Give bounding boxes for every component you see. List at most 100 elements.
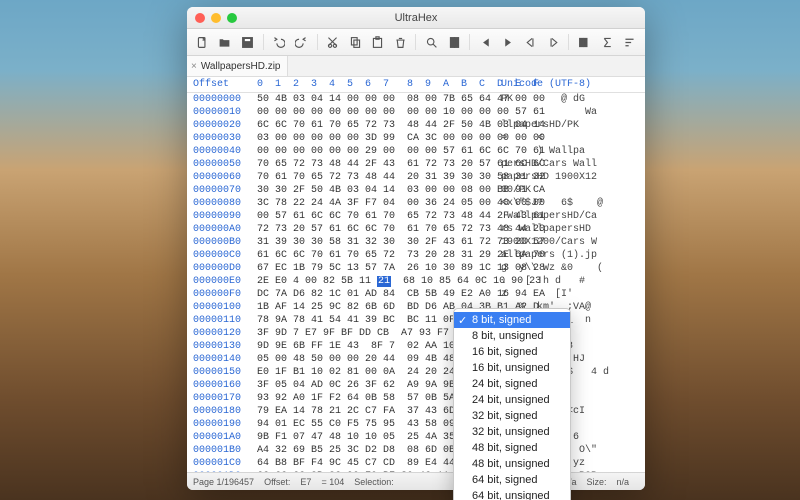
ascii-cell[interactable]: . [ !h d # <box>499 275 645 288</box>
sum-button[interactable] <box>598 33 617 51</box>
hex-cell[interactable]: 70 65 72 73 48 44 2F 43 61 72 73 20 57 6… <box>253 158 499 171</box>
hex-row[interactable]: 0000014005 00 48 50 00 00 20 44 09 4B 48… <box>187 353 645 366</box>
new-button[interactable] <box>193 33 212 51</box>
context-menu-item[interactable]: 8 bit, signed <box>454 312 570 328</box>
hex-row[interactable]: 0000003003 00 00 00 00 00 3D 99 CA 3C 00… <box>187 132 645 145</box>
hex-row[interactable]: 0000004000 00 00 00 00 00 29 00 00 00 57… <box>187 145 645 158</box>
hex-cell[interactable]: 00 00 00 00 00 00 00 00 00 00 10 00 00 0… <box>253 106 499 119</box>
ascii-cell[interactable]: g y\\ Wz &0 ( <box>499 262 645 275</box>
hex-row[interactable]: 0000018079 EA 14 78 21 2C C7 FA 37 43 6D… <box>187 405 645 418</box>
hex-row[interactable]: 0000017093 92 A0 1F F2 64 0B 58 57 0B 5A… <box>187 392 645 405</box>
hex-row[interactable]: 0000009000 57 61 6C 6C 70 61 70 65 72 73… <box>187 210 645 223</box>
hex-cell[interactable]: 61 6C 6C 70 61 70 65 72 73 20 28 31 29 2… <box>253 249 499 262</box>
titlebar[interactable]: UltraHex <box>187 7 645 29</box>
ascii-cell[interactable]: papersHD 1900X12 <box>499 171 645 184</box>
columns-button[interactable] <box>575 33 594 51</box>
sort-button[interactable] <box>620 33 639 51</box>
hex-cell[interactable]: 72 73 20 57 61 6C 6C 70 61 70 65 72 73 4… <box>253 223 499 236</box>
hex-cell[interactable]: 3C 78 22 24 4A 3F F7 04 00 36 24 05 00 4… <box>253 197 499 210</box>
hex-row[interactable]: 0000005070 65 72 73 48 44 2F 43 61 72 73… <box>187 158 645 171</box>
context-menu-item[interactable]: 64 bit, signed <box>454 472 570 488</box>
context-menu-item[interactable]: 16 bit, unsigned <box>454 360 570 376</box>
hex-cell[interactable]: 00 57 61 6C 6C 70 61 70 65 72 73 48 44 2… <box>253 210 499 223</box>
hex-row[interactable]: 0000001000 00 00 00 00 00 00 00 00 00 10… <box>187 106 645 119</box>
hex-row[interactable]: 000000803C 78 22 24 4A 3F F7 04 00 36 24… <box>187 197 645 210</box>
context-menu-item[interactable]: 64 bit, unsigned <box>454 488 570 500</box>
hex-row[interactable]: 0000007030 30 2F 50 4B 03 04 14 03 00 00… <box>187 184 645 197</box>
hex-row[interactable]: 00000150E0 1F B1 10 02 81 00 0A 24 20 24… <box>187 366 645 379</box>
copy-button[interactable] <box>346 33 365 51</box>
hex-row[interactable]: 000000D067 EC 1B 79 5C 13 57 7A 26 10 30… <box>187 262 645 275</box>
hex-row[interactable]: 000000B031 39 30 30 58 31 32 30 30 2F 43… <box>187 236 645 249</box>
context-menu-item[interactable]: 48 bit, signed <box>454 440 570 456</box>
context-menu-item[interactable]: 24 bit, signed <box>454 376 570 392</box>
context-menu-item[interactable]: 8 bit, unsigned <box>454 328 570 344</box>
hex-cell[interactable]: 30 30 2F 50 4B 03 04 14 03 00 00 08 00 B… <box>253 184 499 197</box>
hex-row[interactable]: 000001001B AF 14 25 9C 82 6B 6D BD D6 AB… <box>187 301 645 314</box>
hex-row[interactable]: 0000011078 9A 78 41 54 41 39 BC BC 11 0F… <box>187 314 645 327</box>
delete-button[interactable] <box>391 33 410 51</box>
hex-row[interactable]: 000000C061 6C 6C 70 61 70 65 72 73 20 28… <box>187 249 645 262</box>
hex-cell[interactable]: 31 39 30 30 58 31 32 30 30 2F 43 61 72 7… <box>253 236 499 249</box>
hex-row[interactable]: 000001603F 05 04 AD 0C 26 3F 62 A9 9A 9B… <box>187 379 645 392</box>
find-button[interactable] <box>445 33 464 51</box>
hex-cell[interactable]: 67 EC 1B 79 5C 13 57 7A 26 10 30 89 1C 1… <box>253 262 499 275</box>
nav-first-button[interactable] <box>521 33 540 51</box>
hex-row[interactable]: 000000A072 73 20 57 61 6C 6C 70 61 70 65… <box>187 223 645 236</box>
forward-button[interactable] <box>499 33 518 51</box>
context-menu-item[interactable]: 16 bit, signed <box>454 344 570 360</box>
ascii-cell[interactable]: <x\"$J? 6$ @ <box>499 197 645 210</box>
hex-row[interactable]: 000001203F 9D 7 E7 9F BF DD CB A7 93 F7 … <box>187 327 645 340</box>
search-button[interactable] <box>422 33 441 51</box>
ascii-cell[interactable]: 00/PK <box>499 184 645 197</box>
ascii-cell[interactable]: rs WallpapersHD <box>499 223 645 236</box>
hex-row[interactable]: 000001B0A4 32 69 B5 25 3C D2 D8 08 6D 0B… <box>187 444 645 457</box>
hex-row[interactable]: 0000000050 4B 03 04 14 00 00 00 08 00 7B… <box>187 93 645 106</box>
hex-cell[interactable]: 50 4B 03 04 14 00 00 00 08 00 7B 65 64 4… <box>253 93 499 106</box>
context-menu[interactable]: 8 bit, signed8 bit, unsigned16 bit, sign… <box>453 308 571 500</box>
zoom-icon[interactable] <box>227 13 237 23</box>
context-menu-item[interactable]: 24 bit, unsigned <box>454 392 570 408</box>
hex-row[interactable]: 000001A09B F1 07 47 48 10 10 05 25 4A 35… <box>187 431 645 444</box>
hex-cell[interactable]: 6C 6C 70 61 70 65 72 73 48 44 2F 50 4B 0… <box>253 119 499 132</box>
ascii-cell[interactable]: llpapersHD/PK <box>499 119 645 132</box>
hex-row[interactable]: 000000F0DC 7A D6 82 1C 01 AD 84 CB 5B 49… <box>187 288 645 301</box>
hex-cell[interactable]: 03 00 00 00 00 00 3D 99 CA 3C 00 00 00 0… <box>253 132 499 145</box>
close-icon[interactable] <box>195 13 205 23</box>
hex-cell[interactable]: 00 00 00 00 00 00 29 00 00 00 57 61 6C 6… <box>253 145 499 158</box>
paste-button[interactable] <box>368 33 387 51</box>
cut-button[interactable] <box>323 33 342 51</box>
ascii-cell[interactable]: WallpapersHD/Ca <box>499 210 645 223</box>
ascii-cell[interactable]: allpapers (1).jp <box>499 249 645 262</box>
hex-row[interactable]: 0000006070 61 70 65 72 73 48 44 20 31 39… <box>187 171 645 184</box>
ascii-cell[interactable]: = < <box>499 132 645 145</box>
nav-last-button[interactable] <box>544 33 563 51</box>
hex-cell[interactable]: 2E E0 4 00 82 5B 11 21 68 10 85 64 0C 10… <box>253 275 499 288</box>
open-button[interactable] <box>216 33 235 51</box>
hex-row[interactable]: 000000E02E E0 4 00 82 5B 11 21 68 10 85 … <box>187 275 645 288</box>
hex-cell[interactable]: 70 61 70 65 72 73 48 44 20 31 39 30 30 5… <box>253 171 499 184</box>
ascii-cell[interactable]: PK @ dG <box>499 93 645 106</box>
undo-button[interactable] <box>269 33 288 51</box>
hex-row[interactable]: 000000206C 6C 70 61 70 65 72 73 48 44 2F… <box>187 119 645 132</box>
ascii-cell[interactable]: ) Wallpa <box>499 145 645 158</box>
hex-row[interactable]: 000001C064 B8 BF F4 9C 45 C7 CD 89 E4 44… <box>187 457 645 470</box>
redo-button[interactable] <box>292 33 311 51</box>
hex-row[interactable]: 000001D06C 6C 6C 8B 8C 90 F0 BF 30 4C 11… <box>187 470 645 472</box>
ascii-cell[interactable]: z [I' <box>499 288 645 301</box>
context-menu-item[interactable]: 32 bit, unsigned <box>454 424 570 440</box>
hex-editor[interactable]: Offset 0 1 2 3 4 5 6 7 8 9 A B C D E F U… <box>187 77 645 472</box>
ascii-cell[interactable]: 1900X1200/Cars W <box>499 236 645 249</box>
context-menu-item[interactable]: 32 bit, signed <box>454 408 570 424</box>
hex-cell[interactable]: DC 7A D6 82 1C 01 AD 84 CB 5B 49 E2 A0 1… <box>253 288 499 301</box>
ascii-cell[interactable]: Wa <box>499 106 645 119</box>
back-button[interactable] <box>476 33 495 51</box>
save-button[interactable] <box>238 33 257 51</box>
hex-row[interactable]: 000001309D 9E 6B FF 1E 43 8F 7 02 AA 10 … <box>187 340 645 353</box>
context-menu-item[interactable]: 48 bit, unsigned <box>454 456 570 472</box>
close-tab-icon[interactable]: × <box>191 61 197 72</box>
ascii-cell[interactable]: persHD/Cars Wall <box>499 158 645 171</box>
tab-file[interactable]: × WallpapersHD.zip <box>187 56 288 76</box>
hex-row[interactable]: 0000019094 01 EC 55 C0 F5 75 95 43 58 09… <box>187 418 645 431</box>
minimize-icon[interactable] <box>211 13 221 23</box>
